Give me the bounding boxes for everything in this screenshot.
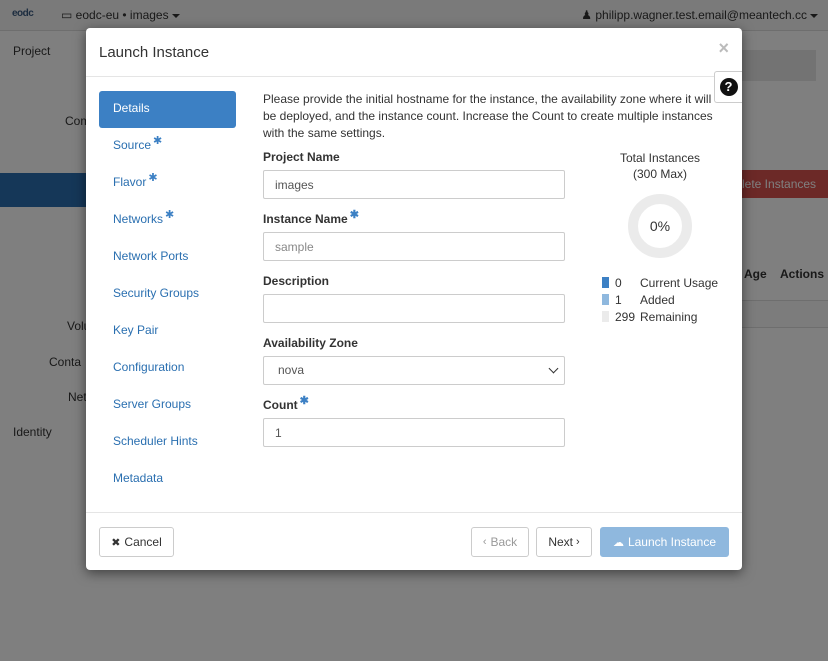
close-icon[interactable]: × xyxy=(718,38,729,59)
step-scheduler-hints[interactable]: Scheduler Hints xyxy=(99,424,236,461)
quota-title-line1: Total Instances xyxy=(619,151,701,165)
launch-instance-modal: Launch Instance × ? Details Source ✱ Flav… xyxy=(86,28,742,570)
legend-value: 1 xyxy=(615,292,622,307)
legend-current-usage: 0 Current Usage xyxy=(602,274,802,291)
legend-added: 1 Added xyxy=(602,291,802,308)
project-name-field[interactable] xyxy=(263,170,565,199)
step-label: Key Pair xyxy=(113,323,159,337)
instance-name-field[interactable] xyxy=(263,232,565,261)
back-label: Back xyxy=(490,535,518,549)
cancel-label: Cancel xyxy=(124,535,162,549)
required-icon: ✱ xyxy=(165,209,175,221)
availability-zone-value: nova xyxy=(263,356,565,385)
chevron-left-icon: ‹ xyxy=(482,536,487,548)
instance-name-label-text: Instance Name xyxy=(263,212,348,226)
step-label: Security Groups xyxy=(113,286,200,300)
details-form: Project Name Instance Name✱ Description … xyxy=(263,150,565,460)
details-step-content: Please provide the initial hostname for … xyxy=(263,91,743,447)
legend-label: Added xyxy=(640,292,675,307)
step-server-groups[interactable]: Server Groups xyxy=(99,387,236,424)
count-label-text: Count xyxy=(263,398,298,412)
legend-swatch xyxy=(602,277,609,288)
step-configuration[interactable]: Configuration xyxy=(99,350,236,387)
step-details[interactable]: Details xyxy=(99,91,236,128)
step-label: Server Groups xyxy=(113,397,192,411)
modal-title: Launch Instance xyxy=(99,44,210,61)
legend-label: Current Usage xyxy=(640,275,719,290)
step-label: Configuration xyxy=(113,360,185,374)
instance-name-label: Instance Name ✱ xyxy=(263,209,565,226)
count-field[interactable] xyxy=(263,418,565,447)
legend-remaining: 299 Remaining xyxy=(602,308,802,325)
availability-zone-label: Availability Zone xyxy=(263,336,358,350)
required-icon: ✱ xyxy=(148,172,158,184)
step-key-pair[interactable]: Key Pair xyxy=(99,313,236,350)
legend-value: 299 xyxy=(615,309,636,324)
step-description: Please provide the initial hostname for … xyxy=(263,92,713,140)
description-label: Description xyxy=(263,274,330,288)
quota-title: Total Instances (300 Max) xyxy=(602,150,718,182)
next-button[interactable]: Next › xyxy=(536,527,592,557)
instance-quota-chart: Total Instances (300 Max) 0% 0 Current U… xyxy=(602,150,802,325)
count-label: Count ✱ xyxy=(263,395,565,412)
back-button[interactable]: ‹ Back xyxy=(471,527,529,557)
step-metadata[interactable]: Metadata xyxy=(99,461,236,498)
next-label: Next xyxy=(548,535,573,549)
availability-zone-group: Availability Zone nova xyxy=(263,336,565,385)
modal-header: Launch Instance × xyxy=(86,28,742,77)
cloud-upload-icon: ☁ xyxy=(612,536,624,549)
step-flavor[interactable]: Flavor ✱ xyxy=(99,165,236,202)
availability-zone-select[interactable]: nova xyxy=(263,356,565,385)
legend-swatch xyxy=(602,294,609,305)
required-icon: ✱ xyxy=(349,209,359,221)
launch-label: Launch Instance xyxy=(627,535,717,549)
project-name-group: Project Name xyxy=(263,150,565,199)
project-name-label: Project Name xyxy=(263,150,340,164)
legend-value: 0 xyxy=(615,275,622,290)
step-label: Details xyxy=(113,101,150,115)
legend-label: Remaining xyxy=(640,309,698,324)
quota-legend: 0 Current Usage 1 Added 299 Remaining xyxy=(602,274,802,325)
modal-footer: ✖ Cancel ‹ Back Next › ☁ Launch Instance xyxy=(86,512,742,570)
description-group: Description xyxy=(263,274,565,323)
quota-donut: 0% xyxy=(628,194,692,258)
step-label: Flavor xyxy=(113,175,147,189)
step-label: Source xyxy=(113,138,152,152)
step-label: Networks xyxy=(113,212,164,226)
chevron-right-icon: › xyxy=(576,536,580,548)
legend-swatch xyxy=(602,311,609,322)
quota-percent: 0% xyxy=(650,218,670,234)
step-network-ports[interactable]: Network Ports xyxy=(99,239,236,276)
step-label: Metadata xyxy=(113,471,164,485)
step-security-groups[interactable]: Security Groups xyxy=(99,276,236,313)
quota-title-line2: (300 Max) xyxy=(632,167,688,181)
count-group: Count ✱ xyxy=(263,395,565,447)
wizard-steps: Details Source ✱ Flavor ✱ Networks ✱ Networ… xyxy=(99,91,236,498)
step-label: Scheduler Hints xyxy=(113,434,198,448)
required-icon: ✱ xyxy=(299,395,309,407)
instance-name-group: Instance Name ✱ xyxy=(263,209,565,261)
close-icon: ✖ xyxy=(111,536,121,549)
step-label: Network Ports xyxy=(113,249,189,263)
step-networks[interactable]: Networks ✱ xyxy=(99,202,236,239)
cancel-button[interactable]: ✖ Cancel xyxy=(99,527,174,557)
description-field[interactable] xyxy=(263,294,565,323)
step-source[interactable]: Source ✱ xyxy=(99,128,236,165)
required-icon: ✱ xyxy=(153,135,163,147)
launch-instance-button[interactable]: ☁ Launch Instance xyxy=(600,527,729,557)
